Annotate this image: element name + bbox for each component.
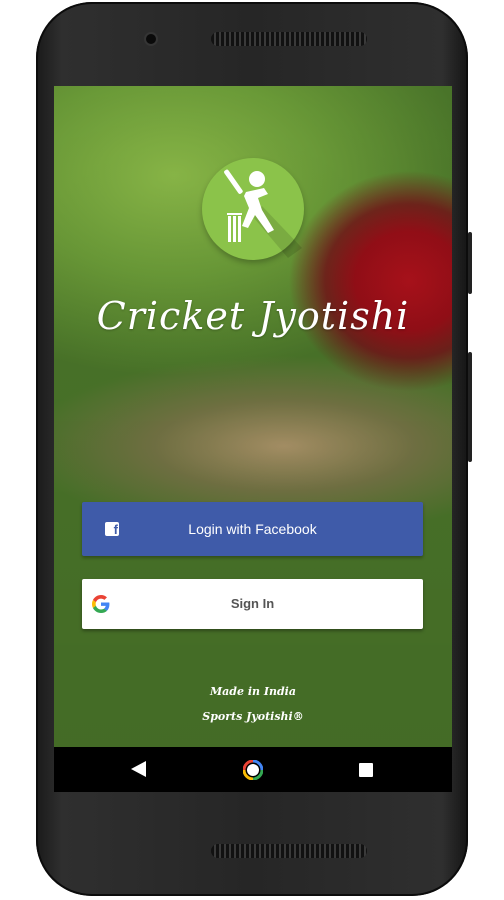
front-camera <box>146 34 156 44</box>
top-speaker <box>211 32 367 46</box>
facebook-login-button[interactable]: f Login with Facebook <box>82 502 423 556</box>
cricket-batsman-icon <box>224 169 302 258</box>
google-sign-in-button[interactable]: Sign In <box>82 579 423 629</box>
recents-square-icon[interactable] <box>359 763 373 777</box>
google-sign-in-label: Sign In <box>230 596 275 611</box>
power-button <box>468 232 472 294</box>
app-title: Cricket Jyotishi <box>96 294 410 338</box>
android-nav-bar <box>54 747 452 792</box>
footer-made-in-india: Made in India <box>210 685 296 698</box>
app-screen: Cricket Jyotishi f Login with Facebook S… <box>54 86 452 792</box>
facebook-login-label: Login with Facebook <box>188 521 317 537</box>
home-circle-icon[interactable] <box>243 760 263 780</box>
back-triangle-icon[interactable] <box>131 761 146 777</box>
volume-button <box>468 352 472 462</box>
app-logo <box>202 158 304 260</box>
footer-brand: Sports Jyotishi® <box>202 710 304 723</box>
bottom-speaker <box>211 844 367 858</box>
